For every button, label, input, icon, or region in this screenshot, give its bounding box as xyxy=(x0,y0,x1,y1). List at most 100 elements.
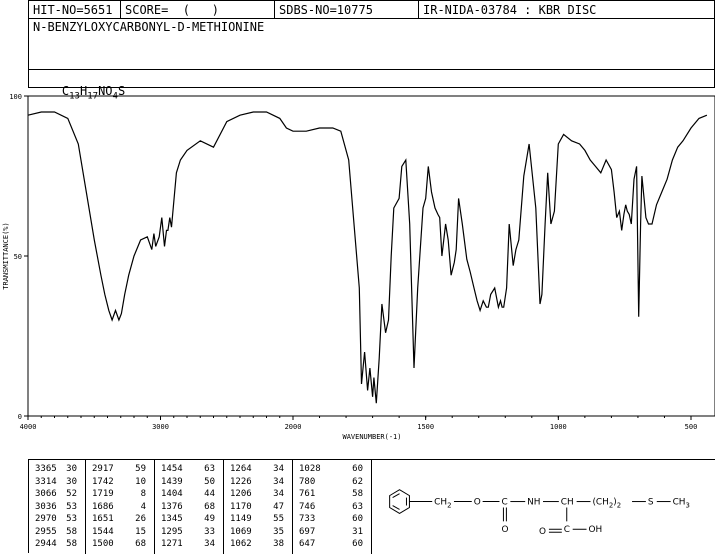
peak-row: 1719 8 xyxy=(86,489,154,500)
sdbs-number: SDBS-NO=10775 xyxy=(275,1,419,19)
peak-wavenumber: 1226 xyxy=(230,476,252,487)
peak-row: 1028 60 xyxy=(293,464,371,475)
peak-wavenumber: 1028 xyxy=(299,464,321,474)
ir-spectrum-chart: 100500 4000 3000 2000 1500 1000 500 WAVENUMBE… xyxy=(2,93,715,441)
peak-transmittance: 34 xyxy=(204,539,215,549)
peak-row: 1686 4 xyxy=(86,502,154,513)
peak-row: 1500 68 xyxy=(86,539,154,550)
peak-transmittance: 68 xyxy=(204,501,215,512)
ester-oxygen: O xyxy=(474,498,481,508)
peak-row: 746 63 xyxy=(293,502,371,513)
peak-transmittance: 59 xyxy=(135,464,146,474)
peak-row: 1345 49 xyxy=(155,514,223,525)
peak-wavenumber: 3314 xyxy=(35,476,57,487)
peak-wavenumber: 1264 xyxy=(230,464,252,474)
peak-transmittance: 8 xyxy=(140,489,146,499)
peak-transmittance: 38 xyxy=(273,539,284,549)
alpha-ch: CH xyxy=(561,498,574,508)
peak-wavenumber: 2944 xyxy=(35,539,57,549)
peak-transmittance: 63 xyxy=(352,501,363,512)
peak-transmittance: 60 xyxy=(352,539,363,549)
peak-transmittance: 62 xyxy=(352,476,363,487)
peak-row: 761 58 xyxy=(293,489,371,500)
peak-row: 1206 34 xyxy=(224,489,292,500)
peak-wavenumber: 2970 xyxy=(35,514,57,524)
peak-row: 3365 30 xyxy=(29,464,85,475)
peak-wavenumber: 1500 xyxy=(92,539,114,549)
x-tick-label: 1000 xyxy=(550,423,567,431)
peak-wavenumber: 1742 xyxy=(92,476,114,487)
peak-wavenumber: 1271 xyxy=(161,539,183,549)
x-tick-labels: 4000 3000 2000 1500 1000 500 xyxy=(20,423,698,431)
benzene-ring xyxy=(389,489,410,515)
peak-wavenumber: 2917 xyxy=(92,464,114,474)
peak-column: 1454 63 1439 50 1404 44 1376 68 1345 49 1295 33 1271… xyxy=(155,460,224,554)
ch2-label: CH2 xyxy=(434,498,451,510)
peak-row: 2917 59 xyxy=(86,464,154,475)
peak-transmittance: 4 xyxy=(140,501,146,512)
peak-wavenumber: 733 xyxy=(299,514,316,524)
peak-row: 1454 63 xyxy=(155,464,223,475)
peak-row: 1295 33 xyxy=(155,527,223,538)
peak-transmittance: 53 xyxy=(66,514,77,524)
x-tick-label: 500 xyxy=(685,423,698,431)
peak-transmittance: 58 xyxy=(352,489,363,499)
carbonyl-oxygen: O xyxy=(501,525,508,535)
peak-transmittance: 44 xyxy=(204,489,215,499)
peak-wavenumber: 1404 xyxy=(161,489,183,499)
peak-row: 1226 34 xyxy=(224,477,292,488)
peak-row: 733 60 xyxy=(293,514,371,525)
peak-row: 1651 26 xyxy=(86,514,154,525)
y-tick-label: 50 xyxy=(14,253,22,261)
peak-wavenumber: 2955 xyxy=(35,526,57,537)
peak-row: 1742 10 xyxy=(86,477,154,488)
peak-transmittance: 58 xyxy=(66,526,77,537)
hit-number: HIT-NO=5651 xyxy=(29,1,121,19)
peak-row: 1439 50 xyxy=(155,477,223,488)
peak-transmittance: 30 xyxy=(66,464,77,474)
peak-column: 2917 59 1742 10 1719 8 1686 4 1651 26 1544 15 1500 68 xyxy=(86,460,155,554)
peak-transmittance: 58 xyxy=(66,539,77,549)
carbonyl-carbon: C xyxy=(501,498,507,508)
formula-box: C13H17NO4S xyxy=(28,69,715,101)
peak-wavenumber: 1454 xyxy=(161,464,183,474)
y-tick-label: 0 xyxy=(18,413,22,421)
peak-row: 1149 55 xyxy=(224,514,292,525)
peak-column: 1028 60 780 62 761 58 746 63 733 60 697 31 647 60 xyxy=(293,460,372,554)
peak-wavenumber: 3036 xyxy=(35,501,57,512)
y-tick-label: 100 xyxy=(9,93,22,101)
peak-wavenumber: 697 xyxy=(299,526,316,537)
peak-row: 1170 47 xyxy=(224,502,292,513)
peak-row: 697 31 xyxy=(293,527,371,538)
peak-row: 1544 15 xyxy=(86,527,154,538)
peak-row: 2955 58 xyxy=(29,527,85,538)
peak-wavenumber: 780 xyxy=(299,476,316,487)
peak-transmittance: 34 xyxy=(273,464,284,474)
peak-row: 3066 52 xyxy=(29,489,85,500)
peak-transmittance: 63 xyxy=(204,464,215,474)
peak-wavenumber: 1439 xyxy=(161,476,183,487)
peak-wavenumber: 647 xyxy=(299,539,316,549)
axis-ticks xyxy=(24,95,692,420)
peak-wavenumber: 1376 xyxy=(161,501,183,512)
peak-wavenumber: 1206 xyxy=(230,489,252,499)
peak-wavenumber: 1295 xyxy=(161,526,183,537)
peak-row: 1404 44 xyxy=(155,489,223,500)
peak-transmittance: 49 xyxy=(204,514,215,524)
x-tick-label: 3000 xyxy=(152,423,169,431)
peak-row: 1069 35 xyxy=(224,527,292,538)
peak-transmittance: 68 xyxy=(135,539,146,549)
peak-transmittance: 52 xyxy=(66,489,77,499)
compound-name-box: N-BENZYLOXYCARBONYL-D-METHIONINE xyxy=(28,18,715,70)
peak-transmittance: 50 xyxy=(204,476,215,487)
compound-name: N-BENZYLOXYCARBONYL-D-METHIONINE xyxy=(33,20,265,34)
chemical-structure: CH2 O C O NH CH C OH O (CH2)2 S CH3 xyxy=(371,459,715,537)
peak-transmittance: 53 xyxy=(66,501,77,512)
chain-label: (CH2)2 xyxy=(592,498,621,510)
peak-row: 1264 34 xyxy=(224,464,292,475)
peak-column: 3365 30 3314 30 3066 52 3036 53 2970 53 2955 58 2944… xyxy=(29,460,86,554)
x-tick-label: 4000 xyxy=(20,423,37,431)
peak-transmittance: 34 xyxy=(273,489,284,499)
peak-transmittance: 35 xyxy=(273,526,284,537)
ir-code: IR-NIDA-03784 : KBR DISC xyxy=(423,3,597,17)
